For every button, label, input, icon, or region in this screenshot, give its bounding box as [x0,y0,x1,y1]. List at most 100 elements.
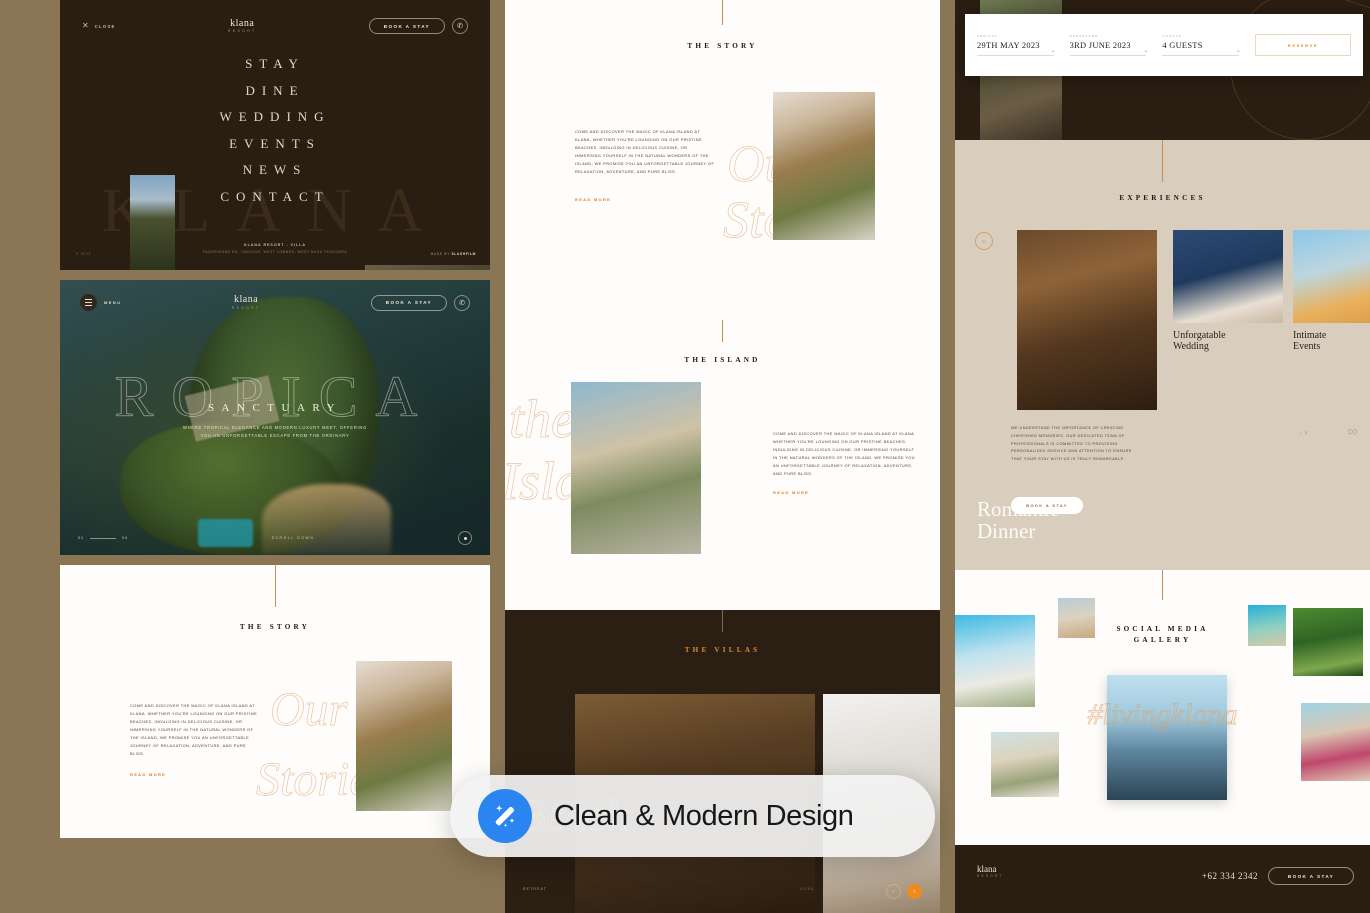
chevron-down-icon[interactable]: ⌄ [1051,47,1056,54]
social-gallery-section: SOCIAL MEDIA GALLERY #livingklana [955,570,1370,845]
guests-value: 4 GUESTS [1162,41,1203,50]
card-caption-line-2: Wedding [1173,341,1209,353]
chevron-right-icon[interactable]: › [907,884,922,899]
magic-wand-icon [478,789,532,843]
social-hashtag: #livingklana [1087,698,1238,732]
brand-name: klana [230,17,255,29]
phone-icon[interactable]: ✆ [454,294,470,311]
nav-item-stay[interactable]: STAY [60,56,490,72]
island-read-more-link[interactable]: READ MORE [773,490,809,495]
credit-prefix: MADE BY [430,252,450,256]
card-caption-line-2: Events [1293,341,1321,353]
scroll-indicator[interactable] [458,531,472,545]
menu-footer-title: KLANA RESORT - VILLA [244,243,306,248]
footer-book-a-stay-button[interactable]: BOOK A STAY [1268,867,1354,885]
menu-button-label: MENU [104,300,122,305]
nav-item-events[interactable]: EVENTS [60,136,490,152]
experience-card-image [1173,230,1283,323]
nav-item-wedding[interactable]: WEDDING [60,109,490,125]
experiences-book-button[interactable]: BOOK A STAY [1011,497,1083,514]
scroll-down-label: SCROLL DOWN [271,536,315,540]
menu-button[interactable]: MENU [80,294,121,311]
guests-field[interactable]: GUESTS 4 GUESTS ⌄ [1162,34,1249,56]
island-body-text: COME AND DISCOVER THE MAGIC OF KLANA ISL… [773,431,916,476]
gallery-image-6[interactable] [1301,703,1370,781]
gallery-image-3[interactable] [991,732,1059,797]
feature-badge-text: Clean & Modern Design [554,799,854,832]
menu-footer-address: PAGERINGAN RD, TANJUNG, WEST LOMBOK, WES… [202,250,348,255]
gallery-image-center[interactable] [1107,675,1227,800]
reserve-button[interactable]: RESERVE [1255,34,1352,56]
experience-card-wedding[interactable]: Unforgatable Wedding [1173,230,1283,352]
experience-featured-card[interactable] [1017,230,1157,410]
divider-line [1162,140,1163,182]
footer-brand-logo[interactable]: klana RESORT [977,864,1004,879]
island-eyebrow: THE ISLAND [684,356,761,364]
villas-section: THE VILLAS Beach RETREAT 01/04 ‹ › [505,610,940,913]
chevron-down-icon[interactable]: ⌄ [1143,47,1148,54]
experience-card-events[interactable]: Intimate Events [1293,230,1370,352]
divider-line [274,565,276,607]
site-footer: klana RESORT +62 334 2342 BOOK A STAY [955,845,1370,913]
close-icon: ✕ [82,21,89,30]
gallery-image-4[interactable] [1248,605,1286,646]
divider-line [722,610,723,632]
hero-watermark: ROPICA [114,364,436,429]
experiences-badge: 01 [975,232,993,250]
gallery-image-2[interactable] [1058,598,1095,638]
featured-caption-line-2: Dinner [977,518,1036,543]
brand-logo[interactable]: klana RESORT [121,295,370,310]
brand-name: klana [234,294,259,306]
credit-text: MADE BY SLASHFILM [431,252,476,256]
arrival-date-field[interactable]: ARRIVAL 29TH MAY 2023 ⌄ [977,34,1064,56]
close-button[interactable]: ✕ CLOSE [82,22,116,30]
credit-name: SLASHFILM [451,252,476,256]
nav-item-dine[interactable]: DINE [60,83,490,99]
phone-icon[interactable]: ✆ [452,18,468,34]
hero-bottom-bar: 01 04 SCROLL DOWN [60,531,490,545]
divider-line [722,0,723,25]
villas-slider-controls: ‹ › [886,884,922,899]
gallery-image-5[interactable] [1293,608,1363,676]
hero-topbar: MENU klana RESORT BOOK A STAY ✆ [60,294,490,311]
story-image [356,661,452,811]
slide-progress-bar[interactable] [90,537,116,539]
book-a-stay-button[interactable]: BOOK A STAY [370,294,447,311]
nav-item-news[interactable]: NEWS [60,162,490,178]
chevron-down-icon[interactable]: ⌄ [1236,47,1241,54]
story-body-text: COME AND DISCOVER THE MAGIC OF KLANA ISL… [575,129,715,174]
menu-overlay-panel: KLANA ✕ CLOSE klana RESORT BOOK A STAY ✆… [60,0,490,270]
story-body-text: COME AND DISCOVER THE MAGIC OF KLANA ISL… [130,703,257,756]
gallery-image-1[interactable] [955,615,1035,707]
hero-top-actions: BOOK A STAY ✆ [370,294,470,311]
divider-line [722,320,723,342]
story-read-more-link[interactable]: READ MORE [575,197,611,202]
story-script-word-1: Our [270,683,348,736]
experiences-counter: / 3 [1300,430,1308,435]
divider-line [1162,570,1163,600]
story-eyebrow: THE STORY [239,623,311,631]
footer-phone-number[interactable]: +62 334 2342 [1202,871,1258,881]
book-a-stay-button[interactable]: BOOK A STAY [368,18,445,34]
arrival-label: ARRIVAL [977,34,998,38]
story-read-more-link[interactable]: READ MORE [130,772,166,777]
hamburger-icon [80,294,97,311]
island-section: THE ISLAND the Island COME AND DISCOVER … [505,320,940,610]
menu-footer: KLANA RESORT - VILLA PAGERINGAN RD, TANJ… [60,243,490,256]
villas-label: RETREAT [523,887,547,891]
feature-badge: Clean & Modern Design [450,775,935,857]
copyright-text: © 2023 [76,252,92,256]
column-right: ARRIVAL 29TH MAY 2023 ⌄ DEPARTURE 3RD JU… [955,0,1370,913]
hero-subtitle: WHERE TROPICAL ELEGANCE AND MODERN LUXUR… [182,425,368,439]
infinity-decoration: ∞ [1347,423,1358,440]
brand-logo[interactable]: klana RESORT [116,17,369,33]
main-navigation: STAY DINE WEDDING EVENTS NEWS CONTACT [60,56,490,215]
departure-date-field[interactable]: DEPARTURE 3RD JUNE 2023 ⌄ [1069,34,1157,56]
footer-brand-subtitle: RESORT [977,874,1004,879]
nav-item-contact[interactable]: CONTACT [60,189,490,205]
footer-brand-name: klana [977,864,997,874]
booking-hero: ARRIVAL 29TH MAY 2023 ⌄ DEPARTURE 3RD JU… [955,0,1370,140]
experiences-eyebrow: EXPERIENCES [1119,194,1206,202]
chevron-left-icon[interactable]: ‹ [886,884,901,899]
experience-card-caption: Unforgatable Wedding [1173,330,1283,352]
